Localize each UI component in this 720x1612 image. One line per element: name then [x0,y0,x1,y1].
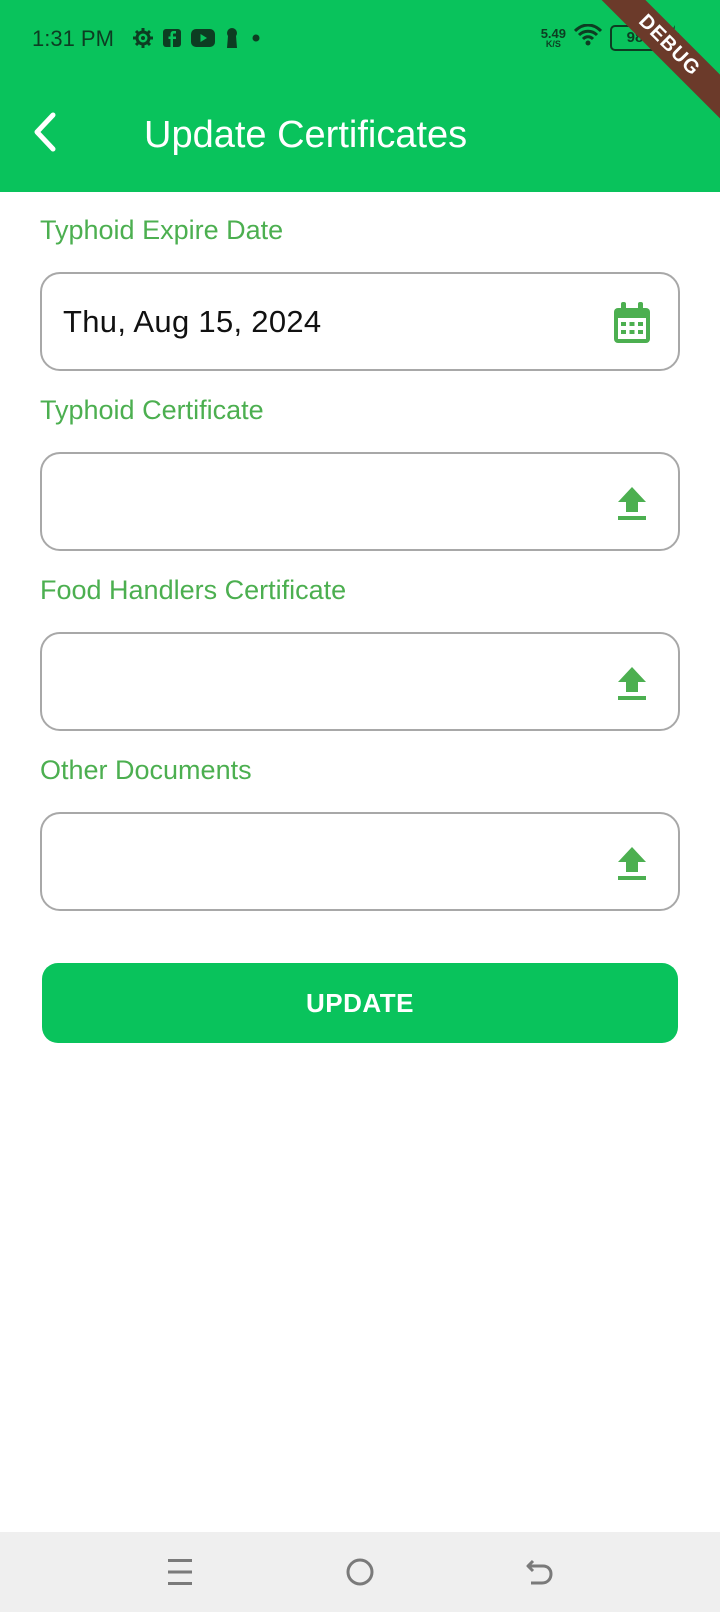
upload-icon[interactable] [612,481,652,525]
notification-icons [133,28,263,48]
chevron-left-icon [34,112,56,152]
debug-banner-label: DEBUG [590,0,720,124]
status-time: 1:31 PM [32,26,114,51]
page-title: Update Certificates [144,114,468,156]
home-icon[interactable] [340,1552,380,1592]
upload-icon[interactable] [612,841,652,885]
menu-icon[interactable] [160,1552,200,1592]
debug-banner: DEBUG [590,0,720,130]
calendar-icon[interactable] [612,301,652,345]
upload-icon[interactable] [612,661,652,705]
youtube-icon [191,29,215,47]
navigation-bar [0,1532,720,1612]
food-handlers-certificate-field[interactable] [40,632,680,731]
back-icon[interactable] [520,1552,560,1592]
typhoid-expire-date-value: Thu, Aug 15, 2024 [63,304,322,339]
settings-icon [133,28,153,48]
typhoid-expire-date-label: Typhoid Expire Date [40,215,284,245]
typhoid-certificate-field[interactable] [40,452,680,551]
dot-icon [249,31,263,45]
typhoid-certificate-label: Typhoid Certificate [40,395,264,425]
other-documents-field[interactable] [40,812,680,911]
facebook-icon [163,29,181,47]
network-speed-unit: K/S [545,38,561,49]
back-button[interactable] [24,110,68,154]
typhoid-expire-date-field[interactable]: Thu, Aug 15, 2024 [40,272,680,371]
network-speed: 5.49 K/S [541,27,566,49]
network-speed-value: 5.49 [540,25,566,41]
keyhole-icon [225,28,239,48]
food-handlers-certificate-label: Food Handlers Certificate [40,575,347,605]
other-documents-label: Other Documents [40,755,252,785]
update-button[interactable]: UPDATE [42,963,678,1043]
